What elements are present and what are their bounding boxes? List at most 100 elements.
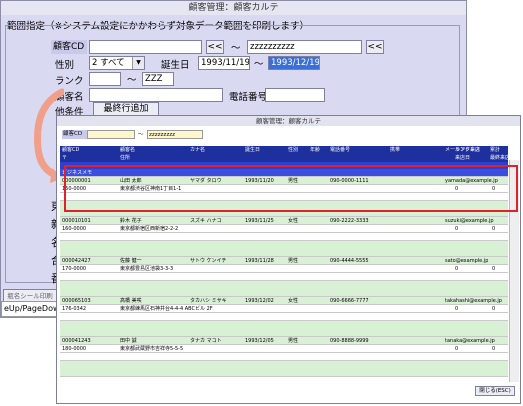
birthday-from-input[interactable]: 1993/11/19	[198, 56, 250, 70]
rank-label: ランク	[55, 76, 84, 87]
record-zip: 180-0000	[62, 346, 87, 352]
record-email: takahashi@example.jp	[445, 298, 502, 304]
record-birth: 1993/12/05	[245, 338, 274, 344]
record-row-main[interactable]: 000065103 高橋 美咲 タカハシ ミサキ 1993/12/02 女性 090-66…	[60, 297, 508, 305]
phone-input[interactable]	[265, 88, 325, 102]
record-row-notes[interactable]	[60, 281, 508, 297]
record-total: 0	[492, 346, 496, 352]
header-cell: 誕生日	[245, 147, 261, 153]
record-visit-count: 0	[455, 346, 459, 352]
gender-select-value: 2 すべて	[92, 58, 125, 68]
record-row-main[interactable]: 000010101 鈴木 花子 スズキ ハナコ 1993/11/25 女性 090-222…	[60, 217, 508, 225]
tilde-3: 〜	[127, 75, 137, 86]
record-gender: 女性	[288, 218, 299, 224]
record-row-notes[interactable]	[60, 241, 508, 257]
record-row-address[interactable]: 160-0000 東京都新宿区西新宿2-2-2 0 0	[60, 225, 508, 233]
record-phone: 090-6666-7777	[330, 298, 369, 304]
record-visit-count: 0	[455, 306, 459, 312]
record-cd: 000010101	[62, 218, 91, 224]
front-cd-to-input[interactable]: zzzzzzzzz	[147, 130, 203, 139]
customer-cd-to-input[interactable]: zzzzzzzzzz	[247, 40, 362, 54]
add-last-row-button[interactable]: 最終行追加(F11)	[93, 102, 159, 126]
record-row-notes[interactable]	[60, 361, 508, 377]
record-row-address[interactable]: 180-0000 東京都武蔵野市吉祥寺5-5-5 0 0	[60, 345, 508, 353]
record-phone: 090-4444-5555	[330, 258, 369, 264]
front-filter-bar: 顧客CD 〜 zzzzzzzzz	[57, 126, 520, 146]
record-total: 0	[492, 306, 496, 312]
record-name: 高橋 美咲	[120, 298, 142, 304]
record-phone: 090-2222-3333	[330, 218, 369, 224]
front-cd-from-input[interactable]	[87, 130, 135, 139]
record-row-address[interactable]: 176-0342 東京都練馬区石神井台4-4-4 ABCビル 2F 0 0	[60, 305, 508, 313]
record-address: 東京都新宿区西新宿2-2-2	[120, 226, 179, 232]
header-cell: カナ名	[190, 147, 206, 153]
header-cell: 顧客名	[120, 147, 136, 153]
record-kana: スズキ ハナコ	[190, 218, 222, 224]
front-window: 顧客管理：顧客カルテ 顧客CD 〜 zzzzzzzzz 顧客CD 顧客名 カナ名 誕生…	[56, 115, 521, 404]
tilde-1: 〜	[231, 43, 241, 54]
pageup-pagedown-hint: eUp/PageDown	[1, 301, 57, 317]
record-name: 鈴木 花子	[120, 218, 142, 224]
record-phone: 090-8888-9999	[330, 338, 369, 344]
record-row-notes[interactable]	[60, 321, 508, 337]
record-row-main[interactable]: 000041243 田中 誠 タナカ マコト 1993/12/05 男性 090-8888…	[60, 337, 508, 345]
header-cell: 〒	[62, 155, 68, 161]
record-row-memo[interactable]	[60, 313, 508, 321]
record-birth: 1993/12/02	[245, 298, 274, 304]
birthday-to-input[interactable]: 1993/12/19	[268, 56, 320, 70]
grid-header-row-2: 〒 住所 来店日 最終来店	[60, 154, 511, 162]
header-cell: 電話番号	[330, 147, 351, 153]
rank-to-input[interactable]: ZZZ	[142, 72, 174, 86]
record-kana: タナカ マコト	[190, 338, 222, 344]
record-email: suzuki@example.jp	[445, 218, 494, 224]
customer-cd-from-input[interactable]	[89, 40, 202, 54]
record-gender: 男性	[288, 258, 299, 264]
record-gender: 女性	[288, 298, 299, 304]
record-zip: 170-0000	[62, 266, 87, 272]
record-kana: サトウ ケンイチ	[190, 258, 227, 264]
gender-select[interactable]: 2 すべて ▼	[89, 56, 145, 70]
front-window-title: 顧客管理：顧客カルテ	[57, 116, 520, 126]
header-cell: 最終来店	[490, 155, 511, 161]
record-row-memo[interactable]	[60, 273, 508, 281]
back-window-title: 顧客管理：顧客カルテ	[1, 1, 466, 15]
record-name: 田中 誠	[120, 338, 137, 344]
record-gender: 男性	[288, 338, 299, 344]
record-visit-count: 0	[455, 226, 459, 232]
record-address: 東京都練馬区石神井台4-4-4 ABCビル 2F	[120, 306, 213, 312]
header-cell: 携帯	[390, 147, 401, 153]
close-button[interactable]: 閉じる(ESC)	[475, 386, 515, 396]
header-cell: 顧客CD	[62, 147, 80, 153]
record-address: 東京都豊島区池袋3-3-3	[120, 266, 174, 272]
tilde-2: 〜	[254, 59, 264, 70]
record-row-main[interactable]: 000042427 佐藤 健一 サトウ ケンイチ 1993/11/28 男性 090-44…	[60, 257, 508, 265]
phone-label: 電話番号	[229, 92, 268, 103]
customer-cd-to-search-button[interactable]: <<	[366, 40, 384, 54]
grid-header-row-1: 顧客CD 顧客名 カナ名 誕生日 性別 年齢 電話番号 携帯 メールアドレス ランク 来店 累計	[60, 146, 508, 154]
header-cell: 年齢	[310, 147, 321, 153]
record-zip: 176-0342	[62, 306, 87, 312]
record-row-memo[interactable]	[60, 233, 508, 241]
record-email: tanaka@example.jp	[445, 338, 495, 344]
record-total: 0	[492, 266, 496, 272]
birthday-label: 誕生日	[161, 60, 190, 71]
customer-name-input[interactable]	[89, 88, 223, 102]
record-birth: 1993/11/25	[245, 218, 274, 224]
record-birth: 1993/11/28	[245, 258, 274, 264]
header-cell: 来店日	[455, 155, 471, 161]
customer-cd-search-button[interactable]: <<	[206, 40, 224, 54]
record-row-address[interactable]: 170-0000 東京都豊島区池袋3-3-3 0 0	[60, 265, 508, 273]
gender-label: 性別	[55, 60, 75, 71]
record-row-memo[interactable]	[60, 353, 508, 361]
rank-from-input[interactable]	[89, 72, 121, 86]
header-cell: ランク	[455, 147, 471, 153]
record-cd: 000041243	[62, 338, 91, 344]
record-kana: タカハシ ミサキ	[190, 298, 227, 304]
record-total: 0	[492, 226, 496, 232]
chevron-down-icon[interactable]: ▼	[132, 57, 144, 69]
header-cell: 住所	[120, 155, 131, 161]
record-address: 東京都武蔵野市吉祥寺5-5-5	[120, 346, 184, 352]
header-cell: 累計	[490, 147, 501, 153]
highlight-box	[64, 165, 518, 212]
header-cell: 性別	[288, 147, 299, 153]
